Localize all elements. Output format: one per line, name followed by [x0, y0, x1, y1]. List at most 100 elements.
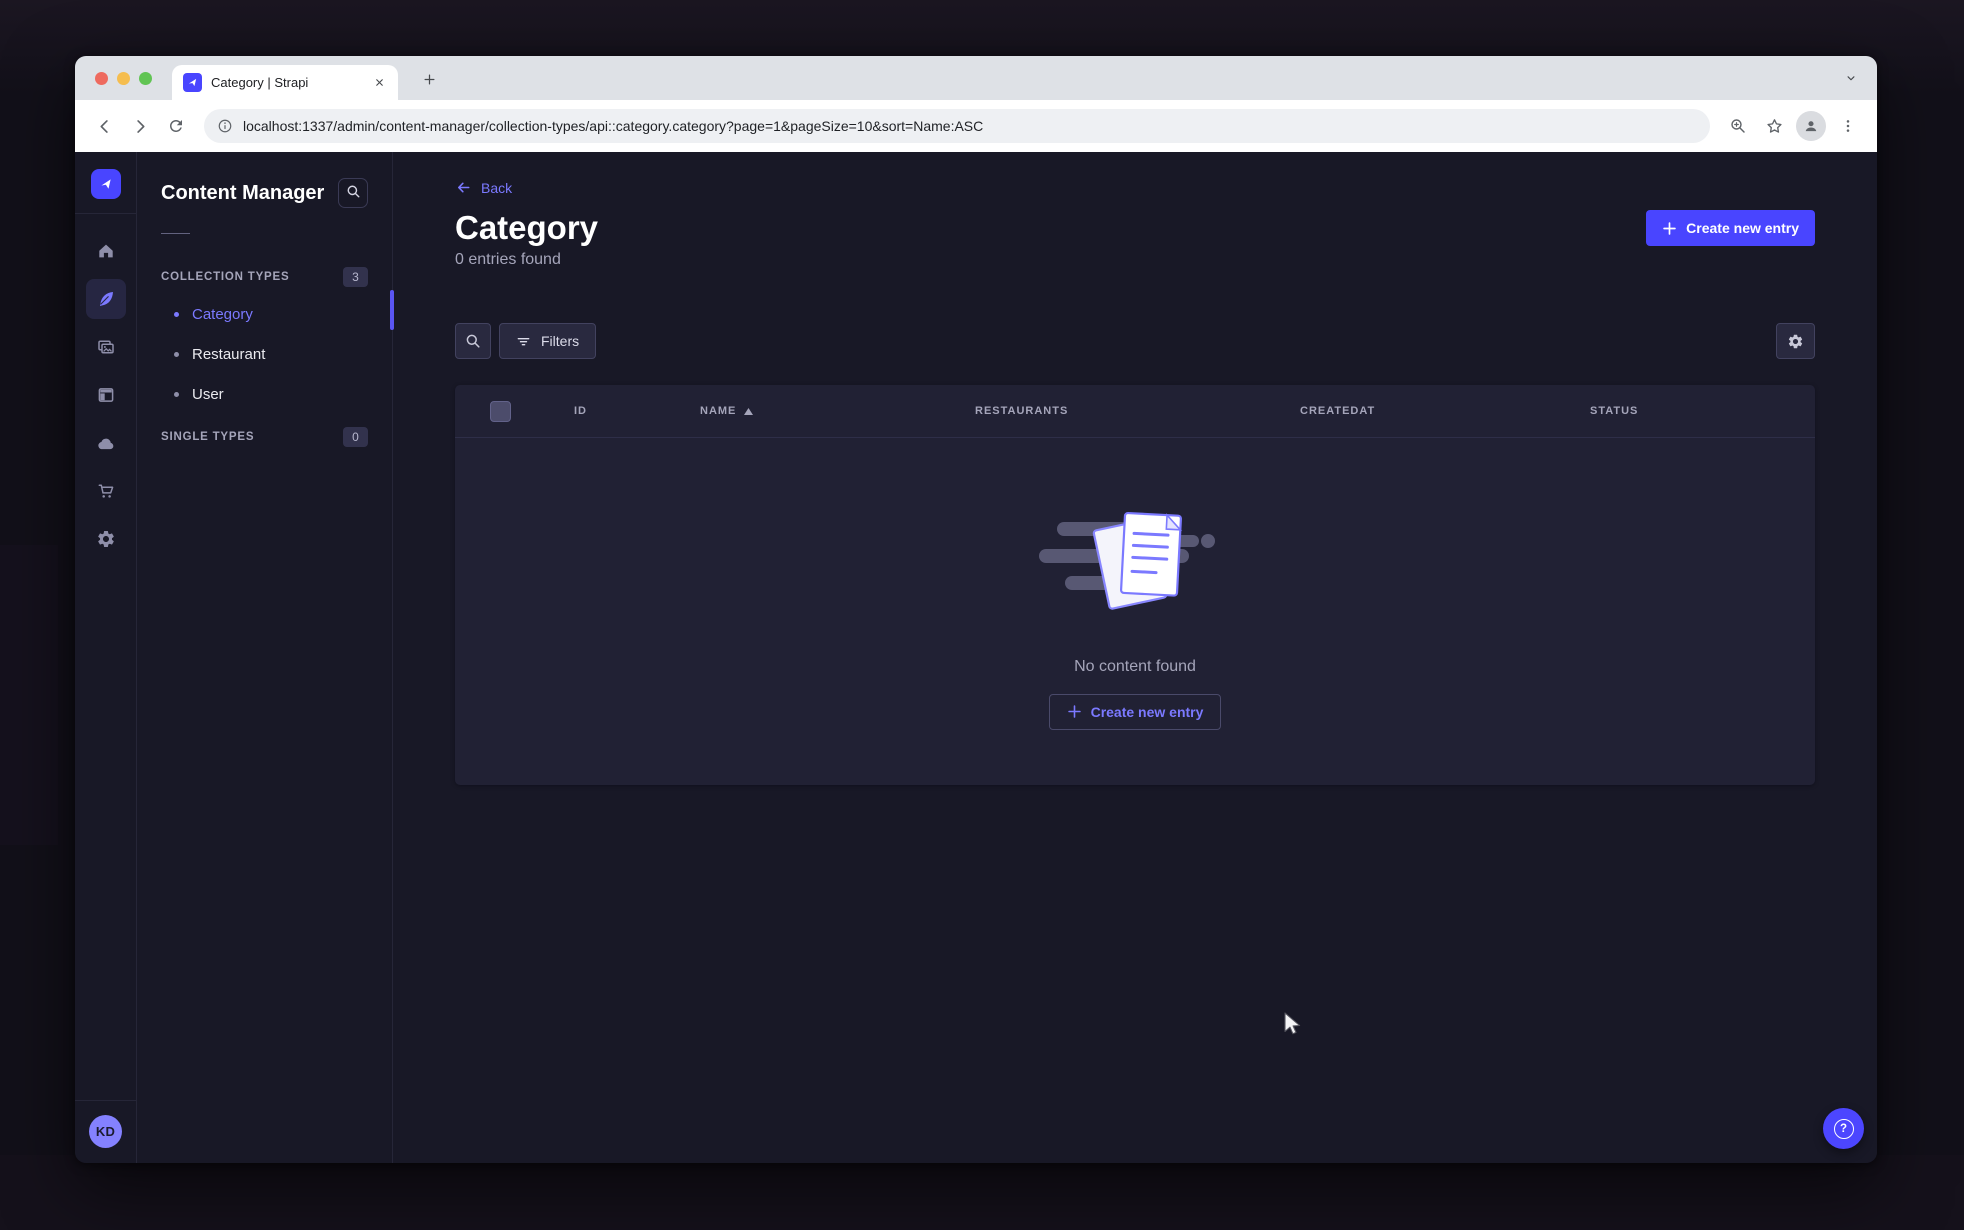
- entries-count: 0 entries found: [455, 251, 561, 268]
- sidebar-item-media-library[interactable]: [86, 327, 126, 367]
- layout-icon: [96, 385, 116, 405]
- url-bar[interactable]: localhost:1337/admin/content-manager/col…: [204, 109, 1710, 143]
- sidebar-item-marketplace[interactable]: [86, 471, 126, 511]
- browser-tab[interactable]: Category | Strapi: [172, 65, 398, 100]
- column-header-createdat[interactable]: CREATEDAT: [1300, 405, 1375, 417]
- filter-lines-icon: [516, 334, 531, 349]
- site-info-icon[interactable]: [217, 118, 233, 134]
- back-link[interactable]: Back: [455, 179, 512, 196]
- cloud-icon: [95, 433, 116, 454]
- sidebar-footer: KD: [75, 1100, 136, 1163]
- sort-asc-icon: [744, 407, 754, 415]
- help-button[interactable]: ?: [1823, 1108, 1864, 1149]
- column-header-restaurants[interactable]: RESTAURANTS: [975, 405, 1068, 417]
- create-entry-button[interactable]: Create new entry: [1646, 210, 1815, 246]
- main-navigation: KD: [75, 152, 137, 1163]
- plus-icon: [1067, 704, 1082, 719]
- user-avatar[interactable]: KD: [89, 1115, 122, 1148]
- table-search-button[interactable]: [455, 323, 491, 359]
- single-types-count-badge: 0: [343, 427, 368, 447]
- column-label: RESTAURANTS: [975, 405, 1069, 417]
- feather-pen-icon: [96, 289, 116, 309]
- collection-types-label: COLLECTION TYPES: [161, 271, 290, 283]
- cart-icon: [96, 481, 116, 501]
- empty-message: No content found: [1074, 657, 1196, 675]
- table-header-row: ID NAME RESTAURANTS CREATEDAT STATUS: [455, 385, 1815, 438]
- sidebar-item-category[interactable]: Category: [161, 294, 368, 334]
- collection-types-count-badge: 3: [343, 267, 368, 287]
- bullet-icon: [174, 391, 179, 397]
- strapi-favicon: [183, 73, 202, 92]
- bookmark-star-icon[interactable]: [1758, 110, 1790, 142]
- sidebar-item-restaurant[interactable]: Restaurant: [161, 334, 368, 374]
- strapi-app: KD Content Manager COLLECTION TYPES 3 Ca…: [75, 152, 1877, 1163]
- single-types-label: SINGLE TYPES: [161, 431, 255, 443]
- empty-documents-illustration: [1035, 494, 1235, 624]
- entries-table: ID NAME RESTAURANTS CREATEDAT STATUS No …: [455, 385, 1815, 785]
- zoom-icon[interactable]: [1722, 110, 1754, 142]
- strapi-logo[interactable]: [90, 169, 121, 199]
- collection-type-label: User: [192, 385, 224, 403]
- gear-icon: [1787, 333, 1804, 350]
- browser-window: Category | Strapi localhost:1337/admin/c…: [75, 56, 1877, 1163]
- back-label: Back: [481, 179, 513, 196]
- panel-title: Content Manager: [161, 181, 325, 204]
- minimize-window-button[interactable]: [117, 71, 130, 85]
- column-label: STATUS: [1590, 405, 1639, 417]
- bullet-icon: [174, 351, 179, 357]
- sidebar-item-settings[interactable]: [86, 519, 126, 559]
- plus-icon: [1662, 221, 1677, 236]
- images-icon: [96, 337, 116, 357]
- column-header-id[interactable]: ID: [574, 405, 587, 417]
- empty-create-entry-button[interactable]: Create new entry: [1048, 693, 1222, 730]
- desktop-background-left: [0, 545, 58, 845]
- url-text: localhost:1337/admin/content-manager/col…: [243, 118, 984, 134]
- filters-label: Filters: [541, 333, 580, 349]
- logo-section: [75, 152, 136, 214]
- column-header-name[interactable]: NAME: [700, 405, 754, 417]
- collection-types-list: Category Restaurant User: [161, 294, 368, 414]
- home-icon: [96, 241, 116, 261]
- browser-profile-button[interactable]: [1796, 111, 1826, 141]
- create-entry-label: Create new entry: [1686, 220, 1799, 236]
- browser-menu-icon[interactable]: [1832, 110, 1864, 142]
- panel-divider: [161, 233, 190, 234]
- fullscreen-window-button[interactable]: [139, 71, 152, 85]
- desktop-background-bottom: [0, 1155, 1964, 1230]
- close-window-button[interactable]: [95, 71, 108, 85]
- search-icon: [465, 333, 481, 349]
- browser-tab-bar: Category | Strapi: [75, 56, 1877, 100]
- browser-reload-button[interactable]: [160, 110, 192, 142]
- bullet-icon: [174, 311, 179, 317]
- browser-back-button[interactable]: [88, 110, 120, 142]
- page-title: Category: [455, 209, 599, 246]
- browser-toolbar: localhost:1337/admin/content-manager/col…: [75, 100, 1877, 152]
- column-header-status[interactable]: STATUS: [1590, 405, 1638, 417]
- sidebar-item-content-type-builder[interactable]: [86, 375, 126, 415]
- column-label: ID: [574, 405, 587, 417]
- sidebar-item-content-manager[interactable]: [85, 279, 126, 319]
- tab-list-chevron-icon[interactable]: [1839, 66, 1863, 90]
- filters-button[interactable]: Filters: [499, 323, 597, 359]
- sidebar-item-user[interactable]: User: [161, 374, 368, 414]
- view-settings-button[interactable]: [1776, 323, 1815, 359]
- arrow-left-icon: [455, 179, 472, 196]
- content-search-button[interactable]: [338, 178, 368, 208]
- new-tab-button[interactable]: [417, 67, 441, 91]
- gear-icon: [96, 529, 116, 549]
- collection-type-label: Restaurant: [192, 345, 266, 363]
- traffic-lights: [95, 71, 152, 85]
- search-icon: [346, 184, 361, 202]
- tab-title: Category | Strapi: [211, 75, 309, 90]
- browser-forward-button[interactable]: [124, 110, 156, 142]
- empty-create-entry-label: Create new entry: [1090, 703, 1204, 720]
- column-label: CREATEDAT: [1300, 405, 1376, 417]
- tab-close-icon[interactable]: [370, 74, 388, 92]
- column-label: NAME: [700, 405, 737, 417]
- sidebar-item-home[interactable]: [86, 231, 126, 271]
- content-manager-panel: Content Manager COLLECTION TYPES 3 Categ…: [137, 152, 394, 1163]
- select-all-checkbox[interactable]: [490, 401, 511, 422]
- sidebar-item-cloud[interactable]: [86, 423, 126, 463]
- question-mark-icon: ?: [1833, 1118, 1854, 1139]
- collection-type-label: Category: [192, 305, 253, 323]
